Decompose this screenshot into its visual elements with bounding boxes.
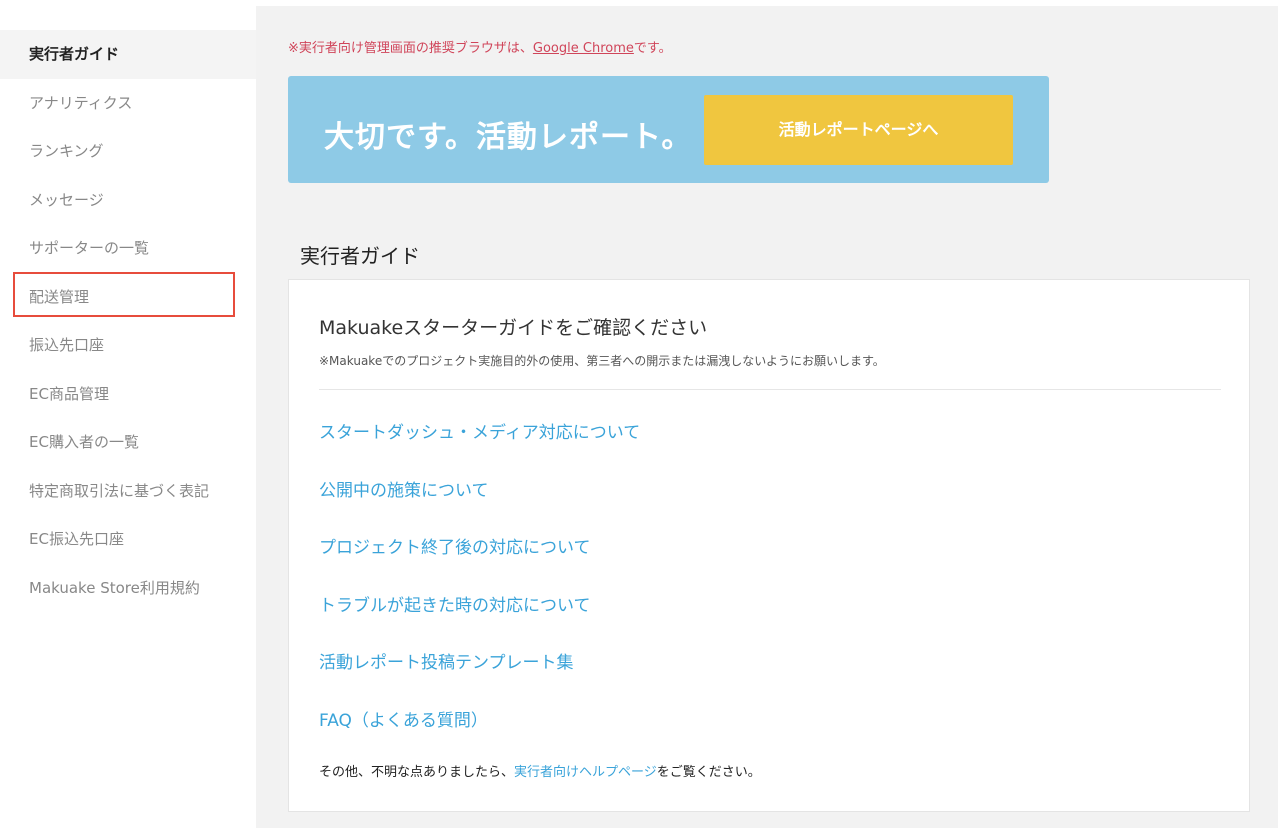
footer-prefix: その他、不明な点ありましたら、	[319, 765, 515, 780]
activity-report-banner: 大切です。活動レポート。 活動レポートページへ	[288, 76, 1049, 183]
card-note: ※Makuakeでのプロジェクト実施目的外の使用、第三者への開示または漏洩しない…	[319, 354, 885, 368]
card-title: Makuakeスターターガイドをご確認ください	[319, 317, 708, 339]
sidebar-item-analytics[interactable]: アナリティクス	[0, 79, 256, 128]
notice-chrome-link[interactable]: Google Chrome	[533, 41, 634, 56]
guide-link-during-publication[interactable]: 公開中の施策について	[319, 476, 640, 534]
guide-link-report-templates[interactable]: 活動レポート投稿テンプレート集	[319, 648, 640, 706]
sidebar-item-ec-buyers[interactable]: EC購入者の一覧	[0, 418, 256, 467]
notice-prefix: ※実行者向け管理画面の推奨ブラウザは、	[288, 41, 533, 56]
notice-suffix: です。	[633, 41, 672, 56]
sidebar-item-messages[interactable]: メッセージ	[0, 176, 256, 225]
banner-title: 大切です。活動レポート。	[324, 120, 693, 155]
guide-card: Makuakeスターターガイドをご確認ください ※Makuakeでのプロジェクト…	[288, 279, 1250, 812]
card-footer: その他、不明な点ありましたら、実行者向けヘルプページをご覧ください。	[319, 761, 761, 780]
help-page-link[interactable]: 実行者向けヘルプページ	[514, 765, 657, 780]
browser-notice: ※実行者向け管理画面の推奨ブラウザは、Google Chromeです。	[288, 37, 672, 56]
guide-link-list: スタートダッシュ・メディア対応について 公開中の施策について プロジェクト終了後…	[319, 418, 640, 763]
sidebar-item-guide[interactable]: 実行者ガイド	[0, 30, 256, 79]
footer-suffix: をご覧ください。	[656, 765, 761, 780]
guide-link-after-project[interactable]: プロジェクト終了後の対応について	[319, 533, 640, 591]
activity-report-button[interactable]: 活動レポートページへ	[704, 95, 1013, 165]
app-root: 実行者ガイド アナリティクス ランキング メッセージ サポーターの一覧 配送管理…	[0, 0, 1282, 834]
sidebar-item-ec-bank-account[interactable]: EC振込先口座	[0, 515, 256, 564]
divider	[319, 389, 1221, 390]
sidebar-item-supporters[interactable]: サポーターの一覧	[0, 224, 256, 273]
sidebar-item-store-terms[interactable]: Makuake Store利用規約	[0, 564, 256, 613]
sidebar-item-ec-products[interactable]: EC商品管理	[0, 370, 256, 419]
guide-link-trouble[interactable]: トラブルが起きた時の対応について	[319, 591, 640, 649]
sidebar-item-bank-account[interactable]: 振込先口座	[0, 321, 256, 370]
sidebar: 実行者ガイド アナリティクス ランキング メッセージ サポーターの一覧 配送管理…	[0, 0, 256, 834]
sidebar-item-commerce-law[interactable]: 特定商取引法に基づく表記	[0, 467, 256, 516]
guide-link-start-dash[interactable]: スタートダッシュ・メディア対応について	[319, 418, 640, 476]
sidebar-item-shipping[interactable]: 配送管理	[0, 273, 256, 322]
main-content: ※実行者向け管理画面の推奨ブラウザは、Google Chromeです。 大切です…	[256, 6, 1278, 828]
section-title: 実行者ガイド	[300, 244, 420, 268]
sidebar-item-ranking[interactable]: ランキング	[0, 127, 256, 176]
sidebar-menu: 実行者ガイド アナリティクス ランキング メッセージ サポーターの一覧 配送管理…	[0, 30, 256, 612]
guide-link-faq[interactable]: FAQ（よくある質問）	[319, 706, 640, 764]
